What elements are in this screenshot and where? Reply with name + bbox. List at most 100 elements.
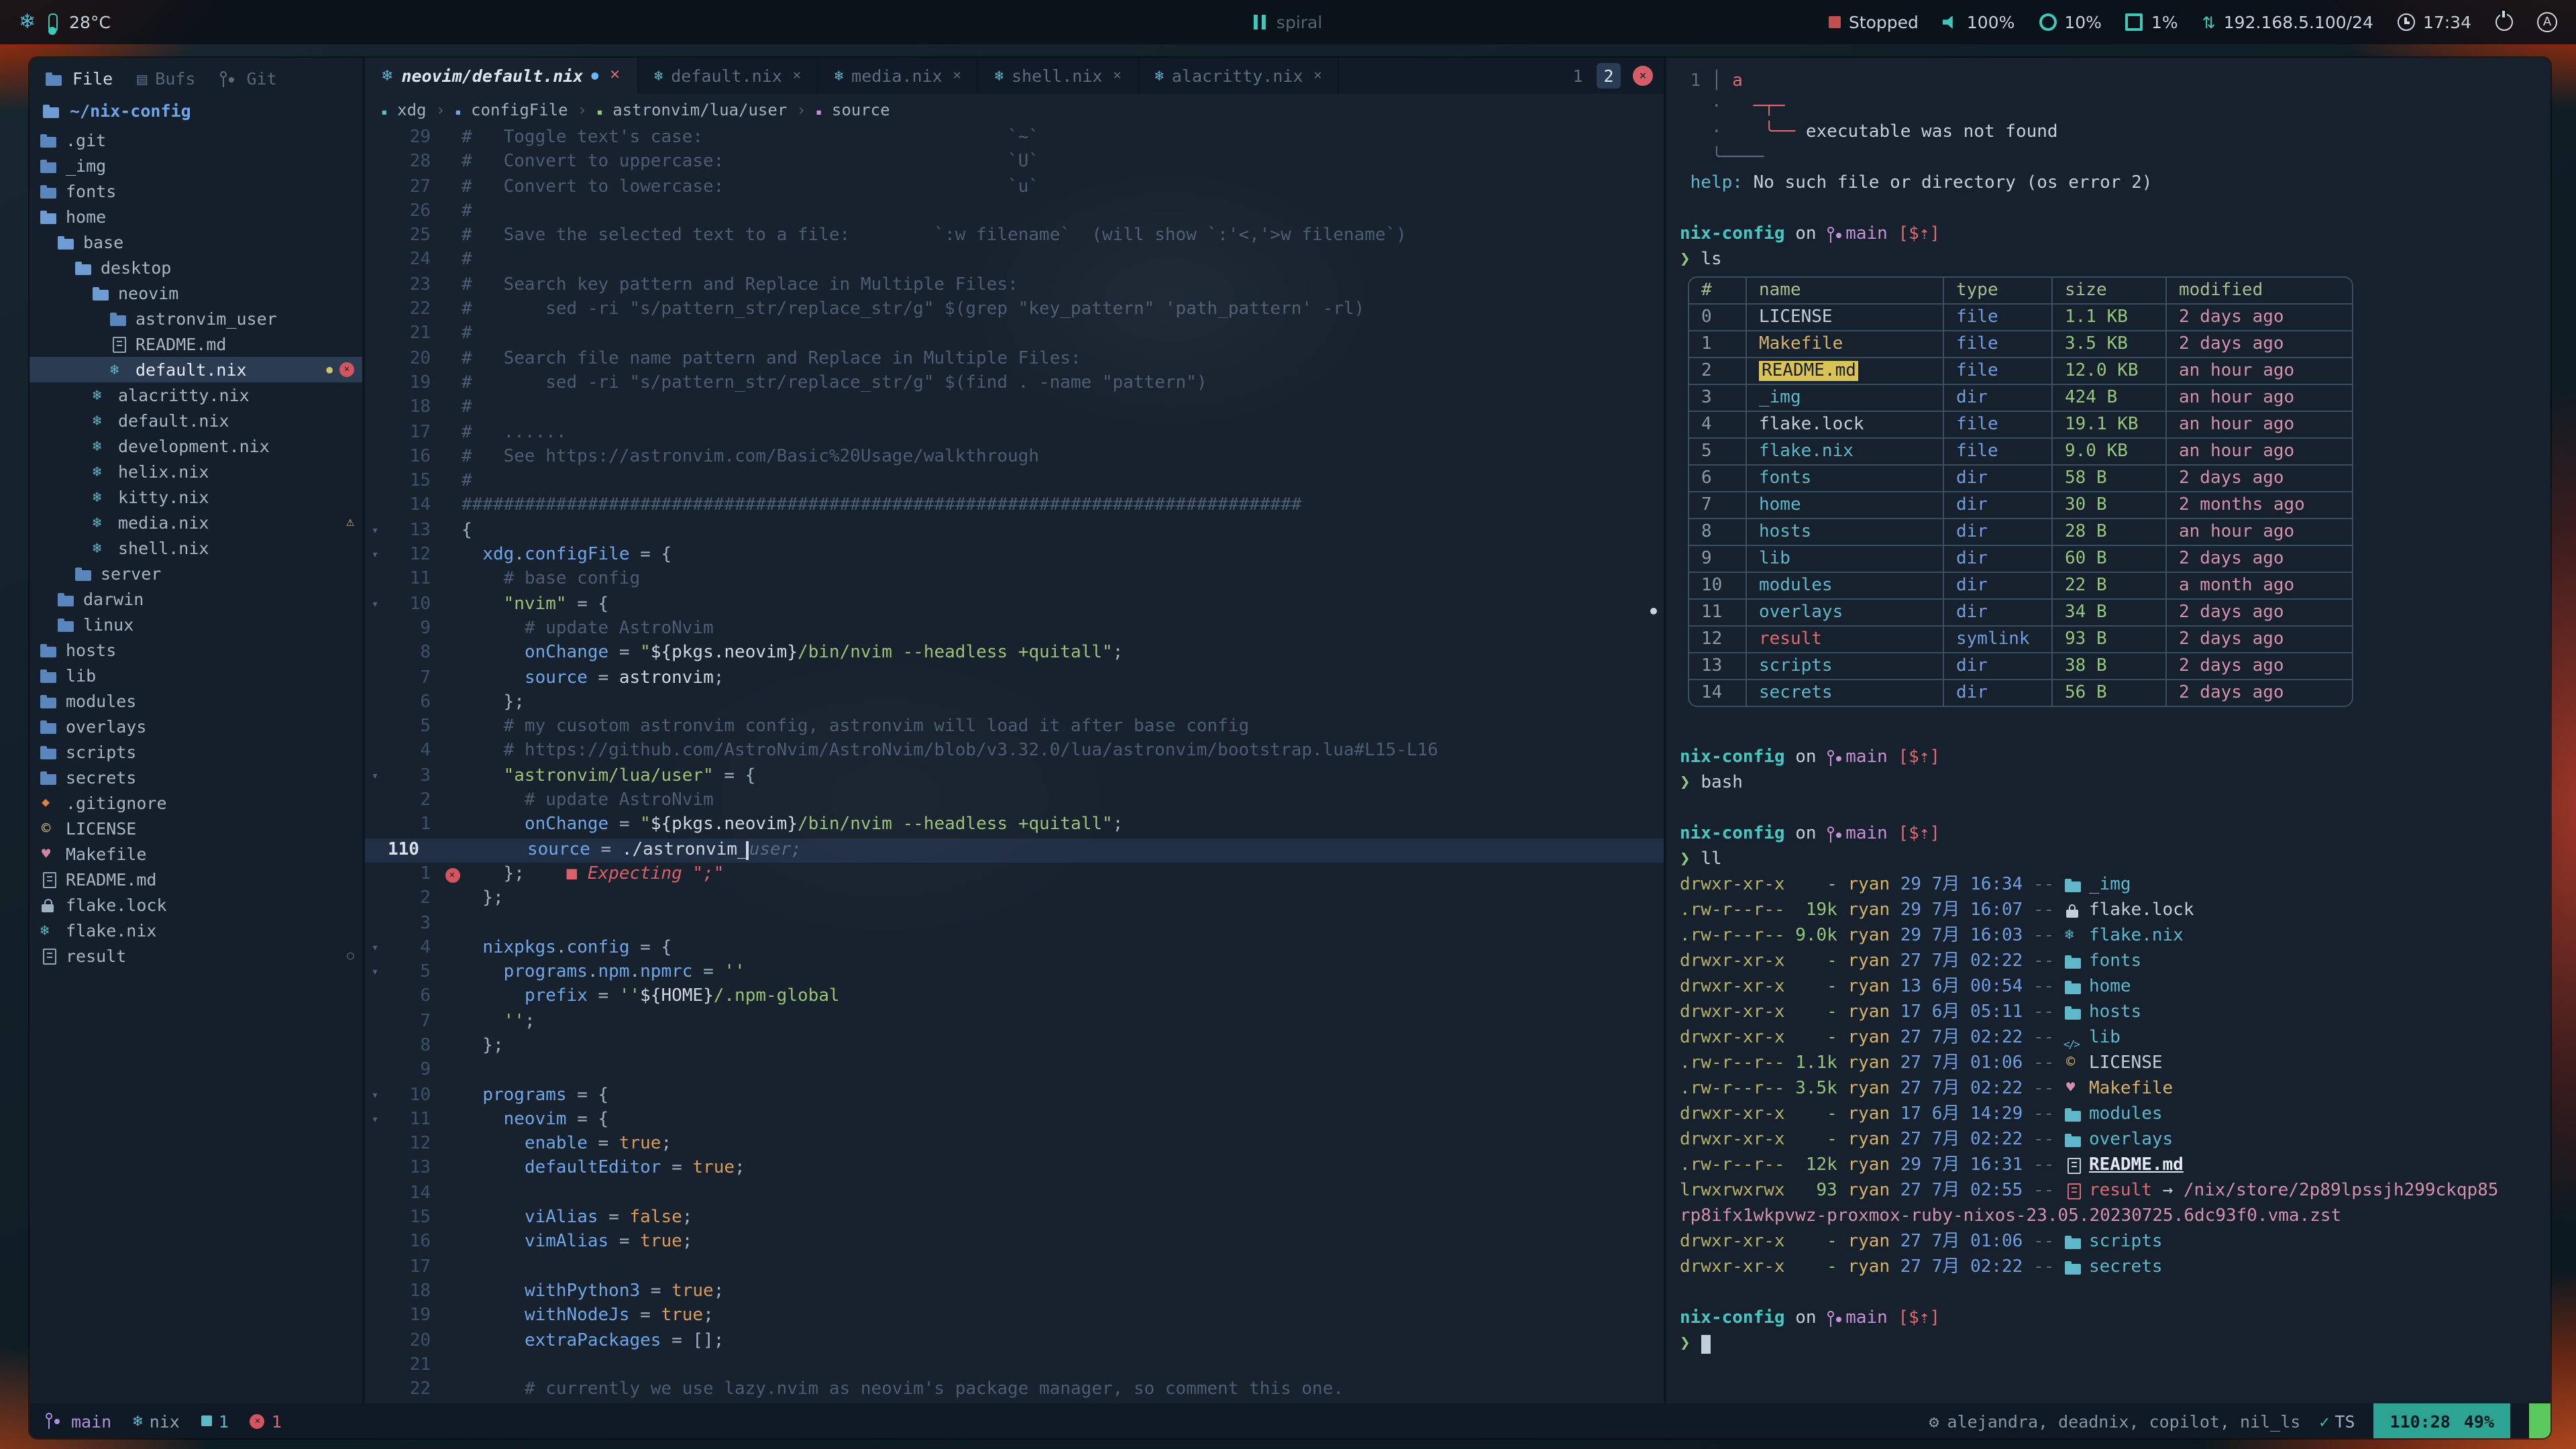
symbol-kind-icon: ▪	[596, 106, 603, 118]
tree-item-result[interactable]: result○	[30, 943, 362, 969]
close-tab-icon[interactable]: ✕	[609, 68, 621, 83]
tree-item-linux[interactable]: linux	[30, 612, 362, 637]
tree-item-lib[interactable]: lib	[30, 663, 362, 688]
breadcrumb-item-configfile[interactable]: ▪ configFile	[455, 101, 568, 119]
scrollbar-indicator[interactable]	[1650, 608, 1657, 614]
close-tab-icon[interactable]: ✕	[953, 68, 961, 83]
terminal-token: 27 7月 01:06	[1890, 1053, 2023, 1073]
tree-item-alacritty.nix[interactable]: alacritty.nix	[30, 382, 362, 408]
fold-marker[interactable]: ▾	[365, 519, 385, 544]
fold-marker[interactable]: ▾	[365, 936, 385, 961]
terminal-pane[interactable]: 1 │ a · ─┬─ · ╰── executable was not fou…	[1666, 58, 2551, 1403]
tree-item-hosts[interactable]: hosts	[30, 637, 362, 663]
tabpage-1[interactable]: 1	[1566, 63, 1590, 89]
tree-item-README.md[interactable]: README.md	[30, 867, 362, 892]
code-token: ''	[462, 1011, 525, 1031]
close-tab-icon[interactable]: ✕	[793, 68, 801, 83]
file-size: 60 B	[2053, 546, 2167, 573]
tree-item-Makefile[interactable]: Makefile	[30, 841, 362, 867]
open-folder-icon	[43, 102, 62, 119]
license-icon	[40, 820, 59, 837]
topbar-keyboard-layout[interactable]: A	[2537, 12, 2557, 32]
topbar-media-status[interactable]: Stopped	[1829, 12, 1919, 32]
file-type: dir	[1944, 385, 2053, 412]
file-explorer-root[interactable]: ~/nix-config	[30, 98, 362, 127]
tree-item-README.md[interactable]: README.md	[30, 331, 362, 357]
code-text: };	[462, 1034, 1664, 1059]
filetree-tab-git[interactable]: Git	[220, 68, 277, 89]
topbar-volume[interactable]: 100%	[1943, 12, 2015, 32]
tree-item-kitty.nix[interactable]: kitty.nix	[30, 484, 362, 510]
editor-tab-neovim-default-nix[interactable]: ❄neovim/default.nix●✕	[365, 58, 638, 94]
close-tab-icon[interactable]: ✕	[1313, 68, 1322, 83]
tree-item-modules[interactable]: modules	[30, 688, 362, 714]
code-text: # ......	[462, 421, 1664, 445]
fold-marker[interactable]: ▾	[365, 764, 385, 789]
media-widget[interactable]: spiral	[1254, 0, 1322, 44]
tree-item-.gitignore[interactable]: .gitignore	[30, 790, 362, 816]
tree-item-_img[interactable]: _img	[30, 153, 362, 178]
fold-marker[interactable]: ▾	[365, 961, 385, 985]
fold-marker	[365, 814, 385, 839]
tree-item-development.nix[interactable]: development.nix	[30, 433, 362, 459]
breadcrumb-item-source[interactable]: ▪ source	[816, 101, 890, 119]
code-token	[462, 815, 525, 835]
editor-tab-alacritty-nix[interactable]: ❄alacritty.nix✕	[1138, 58, 1339, 94]
tree-item-label: secrets	[66, 767, 136, 788]
fold-marker	[365, 151, 385, 176]
topbar-network[interactable]: 192.168.5.100/24	[2202, 12, 2373, 32]
breadcrumb-item-astronvim-lua-user[interactable]: ▪ astronvim/lua/user	[596, 101, 787, 119]
tree-item-flake.lock[interactable]: flake.lock	[30, 892, 362, 918]
tree-item-server[interactable]: server	[30, 561, 362, 586]
topbar-power[interactable]	[2496, 13, 2513, 31]
tree-item-flake.nix[interactable]: flake.nix	[30, 918, 362, 943]
tree-item-default.nix[interactable]: default.nix	[30, 408, 362, 433]
tree-item-darwin[interactable]: darwin	[30, 586, 362, 612]
nixos-logo-icon[interactable]: ❄	[19, 12, 36, 32]
editor-tab-default-nix[interactable]: ❄default.nix✕	[638, 58, 818, 94]
tree-item-label: default.nix	[118, 411, 229, 431]
code-token: onChange	[525, 643, 608, 663]
tree-item-base[interactable]: base	[30, 229, 362, 255]
fold-marker[interactable]: ▾	[365, 543, 385, 568]
tree-item-shell.nix[interactable]: shell.nix	[30, 535, 362, 561]
sign-column	[443, 789, 462, 814]
tree-item-home[interactable]: home	[30, 204, 362, 229]
tree-item-fonts[interactable]: fonts	[30, 178, 362, 204]
fold-marker[interactable]: ▾	[365, 592, 385, 617]
close-all-icon[interactable]: ✕	[1633, 66, 1653, 86]
tree-item-secrets[interactable]: secrets	[30, 765, 362, 790]
filetree-tab-bufs[interactable]: ▤Bufs	[137, 68, 195, 89]
editor-pane[interactable]: ❄neovim/default.nix●✕❄default.nix✕❄media…	[365, 58, 1664, 1403]
code-area[interactable]: 29# Toggle text's case: `~`28# Convert t…	[365, 126, 1664, 1403]
tree-item-default.nix[interactable]: default.nix●✕	[30, 357, 362, 382]
editor-tab-shell-nix[interactable]: ❄shell.nix✕	[979, 58, 1139, 94]
tree-item-media.nix[interactable]: media.nix⚠	[30, 510, 362, 535]
close-tab-icon[interactable]: ✕	[1113, 68, 1121, 83]
fold-marker	[365, 175, 385, 200]
filetree-tab-file[interactable]: File	[46, 68, 113, 89]
tree-item-.git[interactable]: .git	[30, 127, 362, 153]
code-line: ▾10 "nvim" = {	[365, 592, 1664, 617]
code-text: };	[462, 887, 1664, 912]
fold-marker[interactable]: ▾	[365, 1108, 385, 1133]
error-badge-icon: ✕	[339, 362, 354, 377]
code-line: 20# Search file name pattern and Replace…	[365, 347, 1664, 372]
tree-item-neovim[interactable]: neovim	[30, 280, 362, 306]
tree-item-scripts[interactable]: scripts	[30, 739, 362, 765]
fold-marker[interactable]: ▾	[365, 1083, 385, 1108]
topbar-disk[interactable]: 10%	[2039, 12, 2102, 32]
tree-item-astronvim_user[interactable]: astronvim_user	[30, 306, 362, 331]
editor-tab-media-nix[interactable]: ❄media.nix✕	[818, 58, 979, 94]
code-token: =	[692, 962, 724, 982]
tree-item-LICENSE[interactable]: LICENSE	[30, 816, 362, 841]
tree-item-overlays[interactable]: overlays	[30, 714, 362, 739]
topbar-clock[interactable]: 17:34	[2398, 12, 2471, 32]
tree-item-desktop[interactable]: desktop	[30, 255, 362, 280]
tabpage-2[interactable]: 2	[1597, 63, 1621, 89]
file-index: 11	[1689, 600, 1747, 627]
tree-item-helix.nix[interactable]: helix.nix	[30, 459, 362, 484]
breadcrumb-item-xdg[interactable]: ▪ xdg	[381, 101, 427, 119]
topbar-memory[interactable]: 1%	[2126, 12, 2178, 32]
file-explorer-panel[interactable]: File▤BufsGit ~/nix-config .git_imgfontsh…	[30, 58, 362, 1403]
